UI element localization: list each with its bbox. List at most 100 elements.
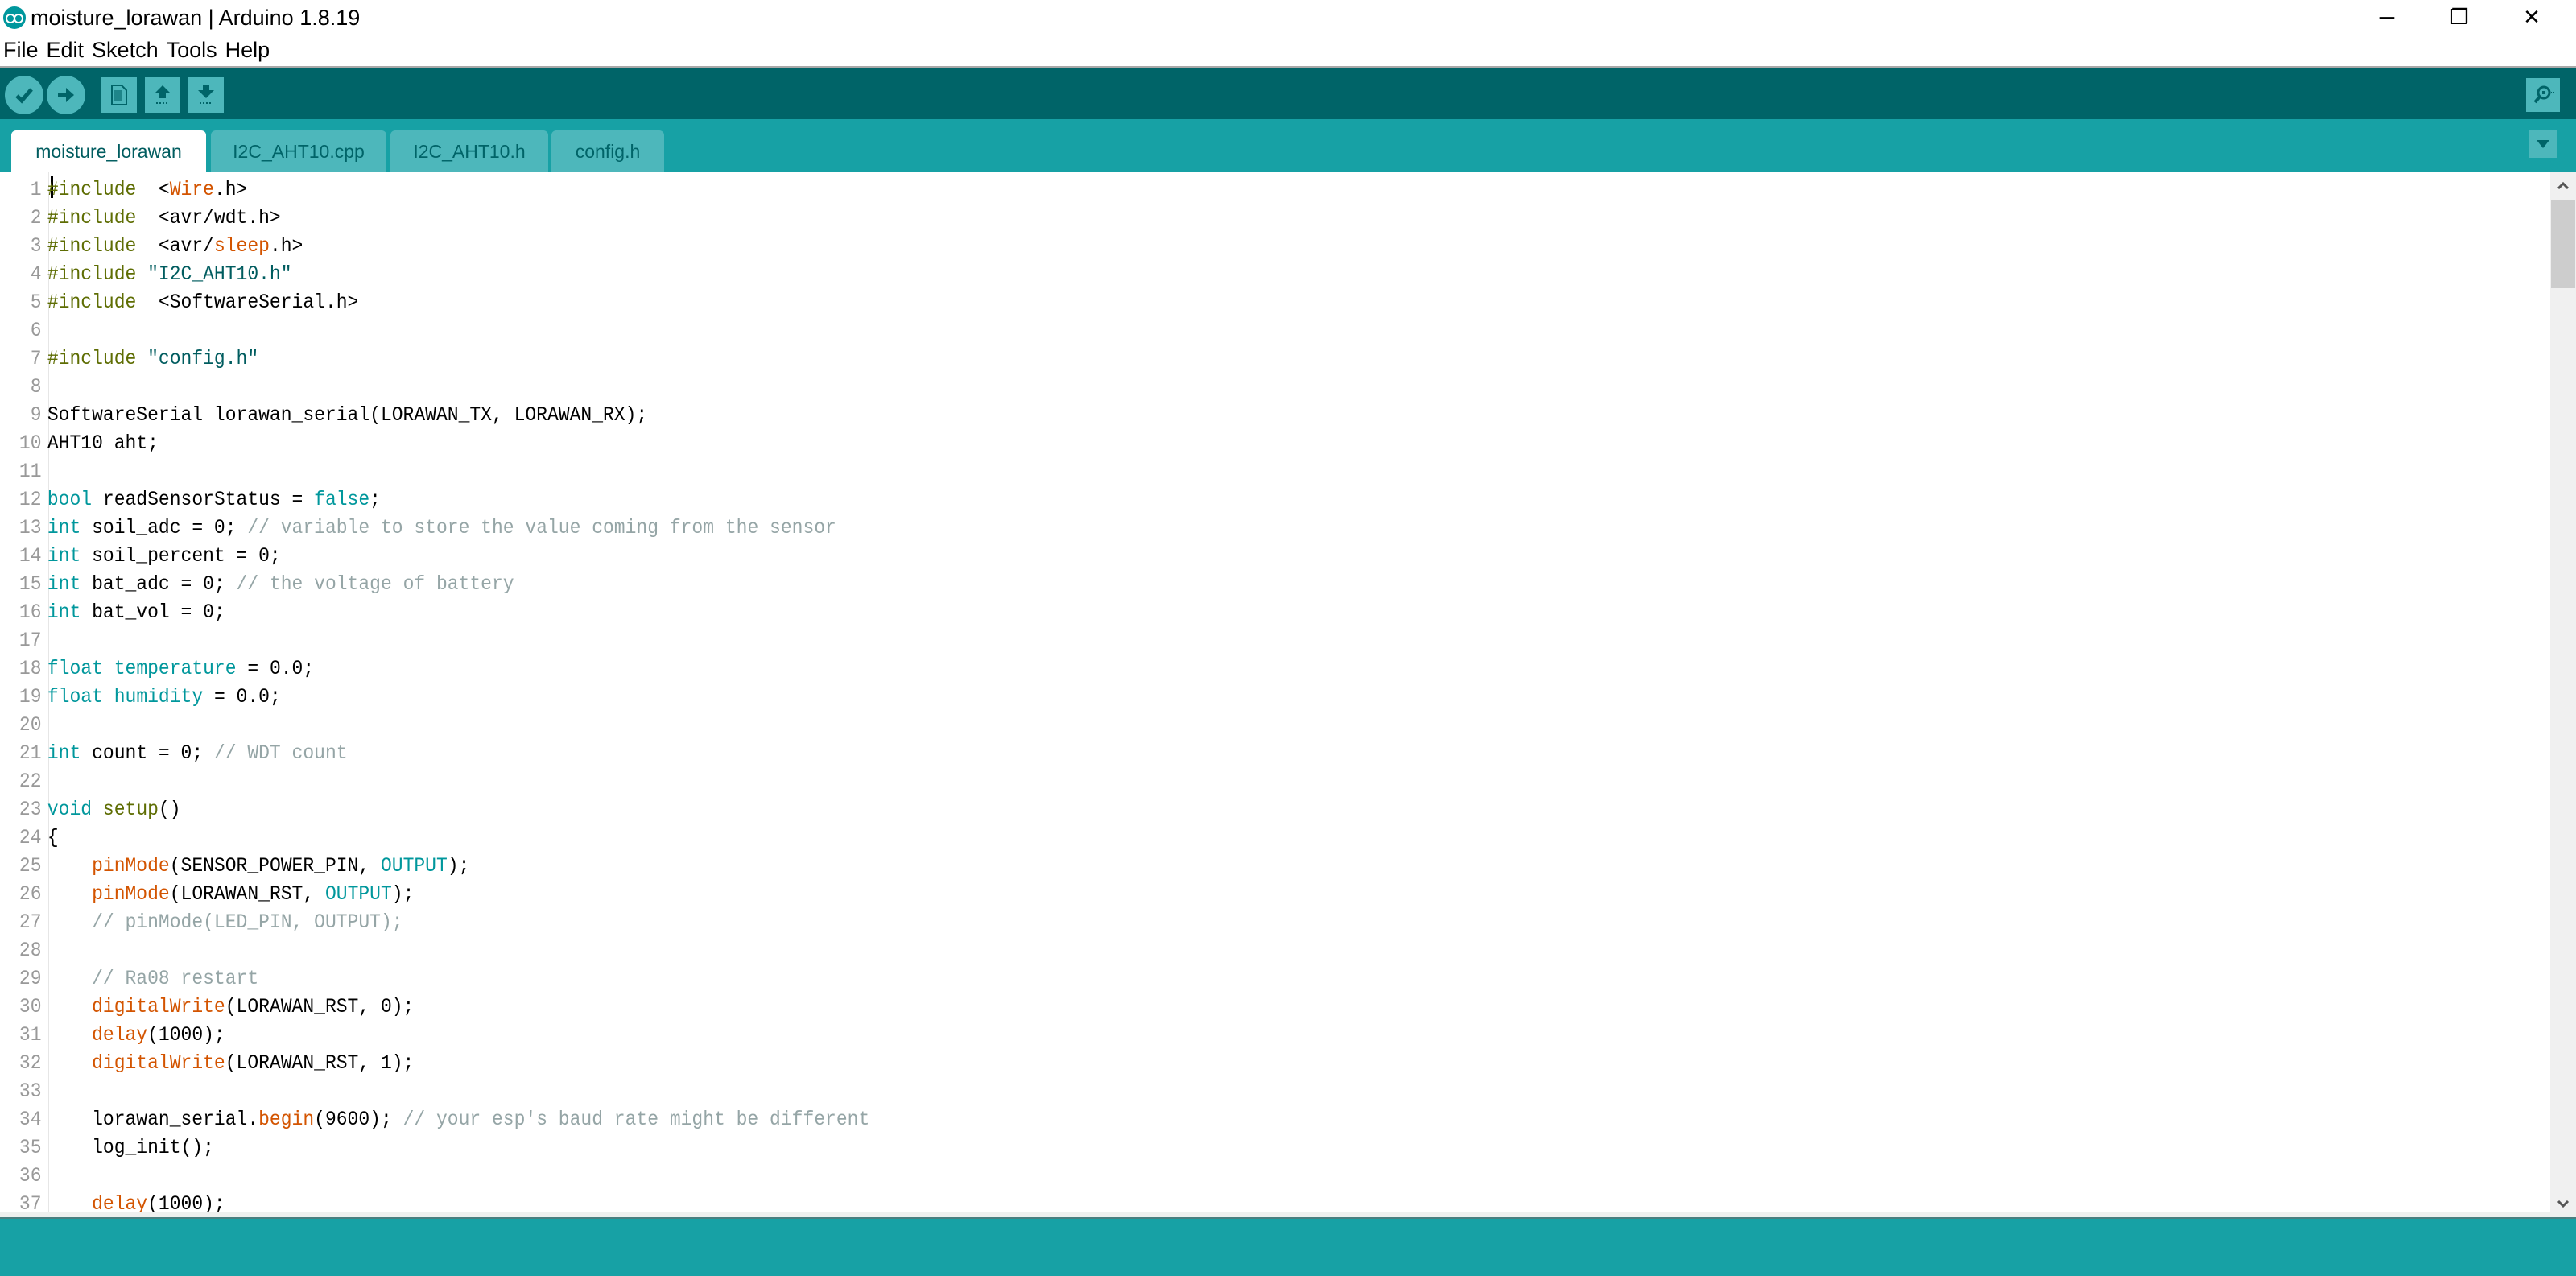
code-line[interactable]: 25 pinMode(SENSOR_POWER_PIN, OUTPUT); — [0, 852, 469, 880]
code-line[interactable]: 36 — [0, 1162, 47, 1190]
code-line[interactable]: 17 — [0, 626, 47, 655]
new-sketch-button[interactable] — [101, 77, 137, 113]
code-text: { — [47, 826, 59, 849]
chevron-up-icon — [2557, 181, 2570, 189]
line-number: 19 — [19, 685, 42, 708]
code-line[interactable]: 32 digitalWrite(LORAWAN_RST, 1); — [0, 1049, 414, 1077]
line-number: 34 — [19, 1108, 42, 1131]
save-button[interactable] — [188, 77, 224, 113]
line-number: 6 — [30, 319, 42, 342]
line-number: 27 — [19, 911, 42, 934]
scroll-up-button[interactable] — [2550, 172, 2576, 198]
code-text: #include <avr/sleep.h> — [47, 234, 303, 258]
upload-button[interactable] — [47, 76, 85, 114]
tab-label: I2C_AHT10.cpp — [233, 140, 365, 162]
tab-label: moisture_lorawan — [35, 140, 182, 162]
code-line[interactable]: 7 #include "config.h" — [0, 345, 258, 373]
code-text: void setup() — [47, 798, 181, 821]
title-bar: moisture_lorawan | Arduino 1.8.19 ─ ❐ ✕ — [0, 0, 2576, 34]
line-number: 8 — [30, 375, 42, 398]
code-line[interactable]: 18 float temperature = 0.0; — [0, 655, 314, 683]
restore-icon: ❐ — [2450, 4, 2469, 29]
code-text: pinMode(SENSOR_POWER_PIN, OUTPUT); — [92, 854, 470, 878]
scrollbar-thumb[interactable] — [2551, 200, 2575, 288]
code-line[interactable]: 11 — [0, 457, 47, 485]
code-text: // Ra08 restart — [92, 967, 259, 990]
menu-sketch[interactable]: Sketch — [92, 34, 159, 66]
line-number: 13 — [19, 516, 42, 539]
serial-monitor-button[interactable] — [2526, 78, 2560, 112]
code-line[interactable]: 23 void setup() — [0, 795, 181, 824]
code-text: int bat_adc = 0; // the voltage of batte… — [47, 572, 514, 596]
vertical-scrollbar[interactable] — [2550, 172, 2576, 1217]
tab-menu-button[interactable] — [2529, 130, 2557, 158]
code-line[interactable]: 9 SoftwareSerial lorawan_serial(LORAWAN_T… — [0, 401, 648, 429]
code-line[interactable]: 10 AHT10 aht; — [0, 429, 159, 457]
menu-tools[interactable]: Tools — [167, 34, 217, 66]
tab-config-h[interactable]: config.h — [551, 130, 664, 172]
code-line[interactable]: 14 int soil_percent = 0; — [0, 542, 281, 570]
line-number: 33 — [19, 1080, 42, 1103]
triangle-down-icon — [2537, 140, 2549, 148]
restore-button[interactable]: ❐ — [2423, 0, 2496, 34]
code-line[interactable]: 1 #include <Wire.h> — [0, 176, 248, 204]
menu-help[interactable]: Help — [225, 34, 270, 66]
line-number: 16 — [19, 601, 42, 624]
status-bar — [0, 1217, 2576, 1276]
code-line[interactable]: 8 — [0, 373, 47, 401]
code-line[interactable]: 4 #include "I2C_AHT10.h" — [0, 260, 292, 288]
toolbar — [0, 68, 2576, 119]
line-number: 22 — [19, 770, 42, 793]
code-line[interactable]: 24{ — [0, 824, 59, 852]
line-number: 23 — [19, 798, 42, 821]
code-text: #include <avr/wdt.h> — [47, 206, 281, 229]
code-text: bool readSensorStatus = false; — [47, 488, 381, 511]
line-number: 3 — [30, 234, 42, 258]
code-line[interactable]: 21 int count = 0; // WDT count — [0, 739, 348, 767]
menu-edit[interactable]: Edit — [47, 34, 85, 66]
code-text: #include "config.h" — [47, 347, 259, 370]
verify-button[interactable] — [5, 76, 43, 114]
code-text: digitalWrite(LORAWAN_RST, 1); — [92, 1051, 415, 1075]
code-line[interactable]: 27 // pinMode(LED_PIN, OUTPUT); — [0, 908, 403, 936]
minimize-button[interactable]: ─ — [2351, 0, 2423, 34]
code-line[interactable]: 12 bool readSensorStatus = false; — [0, 485, 381, 514]
code-line[interactable]: 33 — [0, 1077, 47, 1105]
code-line[interactable]: 29 // Ra08 restart — [0, 964, 258, 993]
code-text: int bat_vol = 0; — [47, 601, 225, 624]
tab-i2c-aht10-cpp[interactable]: I2C_AHT10.cpp — [211, 130, 386, 172]
code-line[interactable]: 19 float humidity = 0.0; — [0, 683, 281, 711]
code-line[interactable]: 20 — [0, 711, 47, 739]
tab-label: I2C_AHT10.h — [413, 140, 526, 162]
minimize-icon: ─ — [2379, 4, 2395, 29]
code-text: delay(1000); — [92, 1023, 225, 1047]
code-line[interactable]: 28 — [0, 936, 47, 964]
code-text: float temperature = 0.0; — [47, 657, 315, 680]
code-editor[interactable]: 1 #include <Wire.h> 2 #include <avr/wdt.h> 3… — [0, 172, 2550, 1217]
code-line[interactable]: 31 delay(1000); — [0, 1021, 225, 1049]
code-line[interactable]: 35 log_init(); — [0, 1134, 214, 1162]
menu-file[interactable]: File — [3, 34, 39, 66]
line-number: 5 — [30, 291, 42, 314]
close-button[interactable]: ✕ — [2496, 0, 2568, 34]
tab-i2c-aht10-h[interactable]: I2C_AHT10.h — [390, 130, 548, 172]
code-line[interactable]: 6 — [0, 316, 47, 345]
code-line[interactable]: 26 pinMode(LORAWAN_RST, OUTPUT); — [0, 880, 414, 908]
line-number: 10 — [19, 432, 42, 455]
code-line[interactable]: 2 #include <avr/wdt.h> — [0, 204, 281, 232]
code-line[interactable]: 22 — [0, 767, 47, 795]
code-line[interactable]: 3 #include <avr/sleep.h> — [0, 232, 303, 260]
code-line[interactable]: 5 #include <SoftwareSerial.h> — [0, 288, 359, 316]
code-line[interactable]: 15 int bat_adc = 0; // the voltage of bat… — [0, 570, 514, 598]
code-text: lorawan_serial.begin(9600); // your esp'… — [47, 1108, 870, 1131]
line-number: 12 — [19, 488, 42, 511]
tab-moisture-lorawan[interactable]: moisture_lorawan — [11, 130, 206, 172]
open-button[interactable] — [145, 77, 180, 113]
code-line[interactable]: 16 int bat_vol = 0; — [0, 598, 225, 626]
arrow-up-icon — [155, 85, 171, 104]
code-line[interactable]: 13 int soil_adc = 0; // variable to store… — [0, 514, 836, 542]
code-line[interactable]: 34 lorawan_serial.begin(9600); // your e… — [0, 1105, 869, 1134]
tab-bar: moisture_lorawan I2C_AHT10.cpp I2C_AHT10… — [0, 119, 2576, 172]
code-text: // pinMode(LED_PIN, OUTPUT); — [92, 911, 403, 934]
code-line[interactable]: 30 digitalWrite(LORAWAN_RST, 0); — [0, 993, 414, 1021]
